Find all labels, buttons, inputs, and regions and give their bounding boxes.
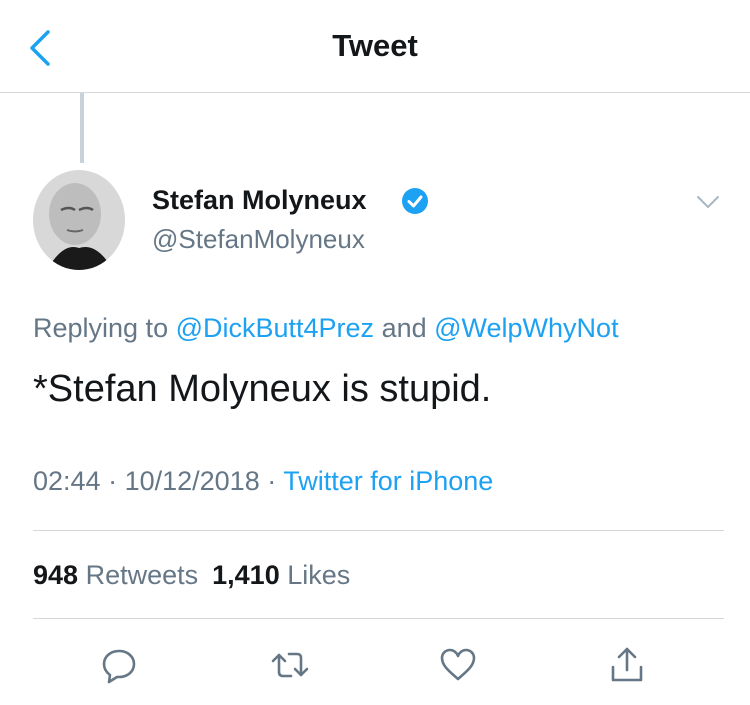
thread-connector-line	[80, 93, 84, 163]
reply-icon[interactable]	[99, 645, 139, 685]
verified-badge-icon	[402, 188, 428, 214]
mention-link-1[interactable]: @DickButt4Prez	[176, 313, 374, 343]
chevron-down-icon[interactable]	[696, 194, 720, 210]
avatar[interactable]	[33, 170, 125, 270]
likes-stat[interactable]: 1,410 Likes	[212, 560, 350, 590]
mention-link-2[interactable]: @WelpWhyNot	[434, 313, 618, 343]
retweets-label: Retweets	[85, 560, 199, 590]
replying-to-line: Replying to @DickButt4Prez and @WelpWhyN…	[33, 313, 619, 344]
tweet-source-link[interactable]: Twitter for iPhone	[283, 466, 493, 496]
retweet-icon[interactable]	[270, 645, 310, 685]
author-name[interactable]: Stefan Molyneux	[152, 185, 367, 216]
like-icon[interactable]	[438, 645, 478, 685]
meta-separator: ·	[259, 466, 284, 496]
tweet-date: 10/12/2018	[124, 466, 260, 496]
avatar-photo	[33, 170, 125, 270]
retweets-stat[interactable]: 948 Retweets	[33, 560, 198, 590]
divider	[33, 530, 724, 531]
replying-prefix: Replying to	[33, 313, 176, 343]
top-nav-bar: Tweet	[0, 0, 750, 93]
likes-count: 1,410	[212, 560, 280, 590]
share-icon[interactable]	[607, 645, 647, 685]
meta-separator: ·	[100, 466, 125, 496]
author-handle[interactable]: @StefanMolyneux	[152, 224, 365, 255]
retweets-count: 948	[33, 560, 79, 590]
likes-label: Likes	[287, 560, 351, 590]
tweet-text: *Stefan Molyneux is stupid.	[33, 368, 492, 410]
engagement-stats: 948 Retweets 1,410 Likes	[33, 560, 350, 591]
divider	[33, 618, 724, 619]
page-title: Tweet	[332, 28, 418, 63]
replying-conjunction: and	[374, 313, 435, 343]
tweet-metadata: 02:44 · 10/12/2018 · Twitter for iPhone	[33, 466, 493, 497]
tweet-time: 02:44	[33, 466, 101, 496]
